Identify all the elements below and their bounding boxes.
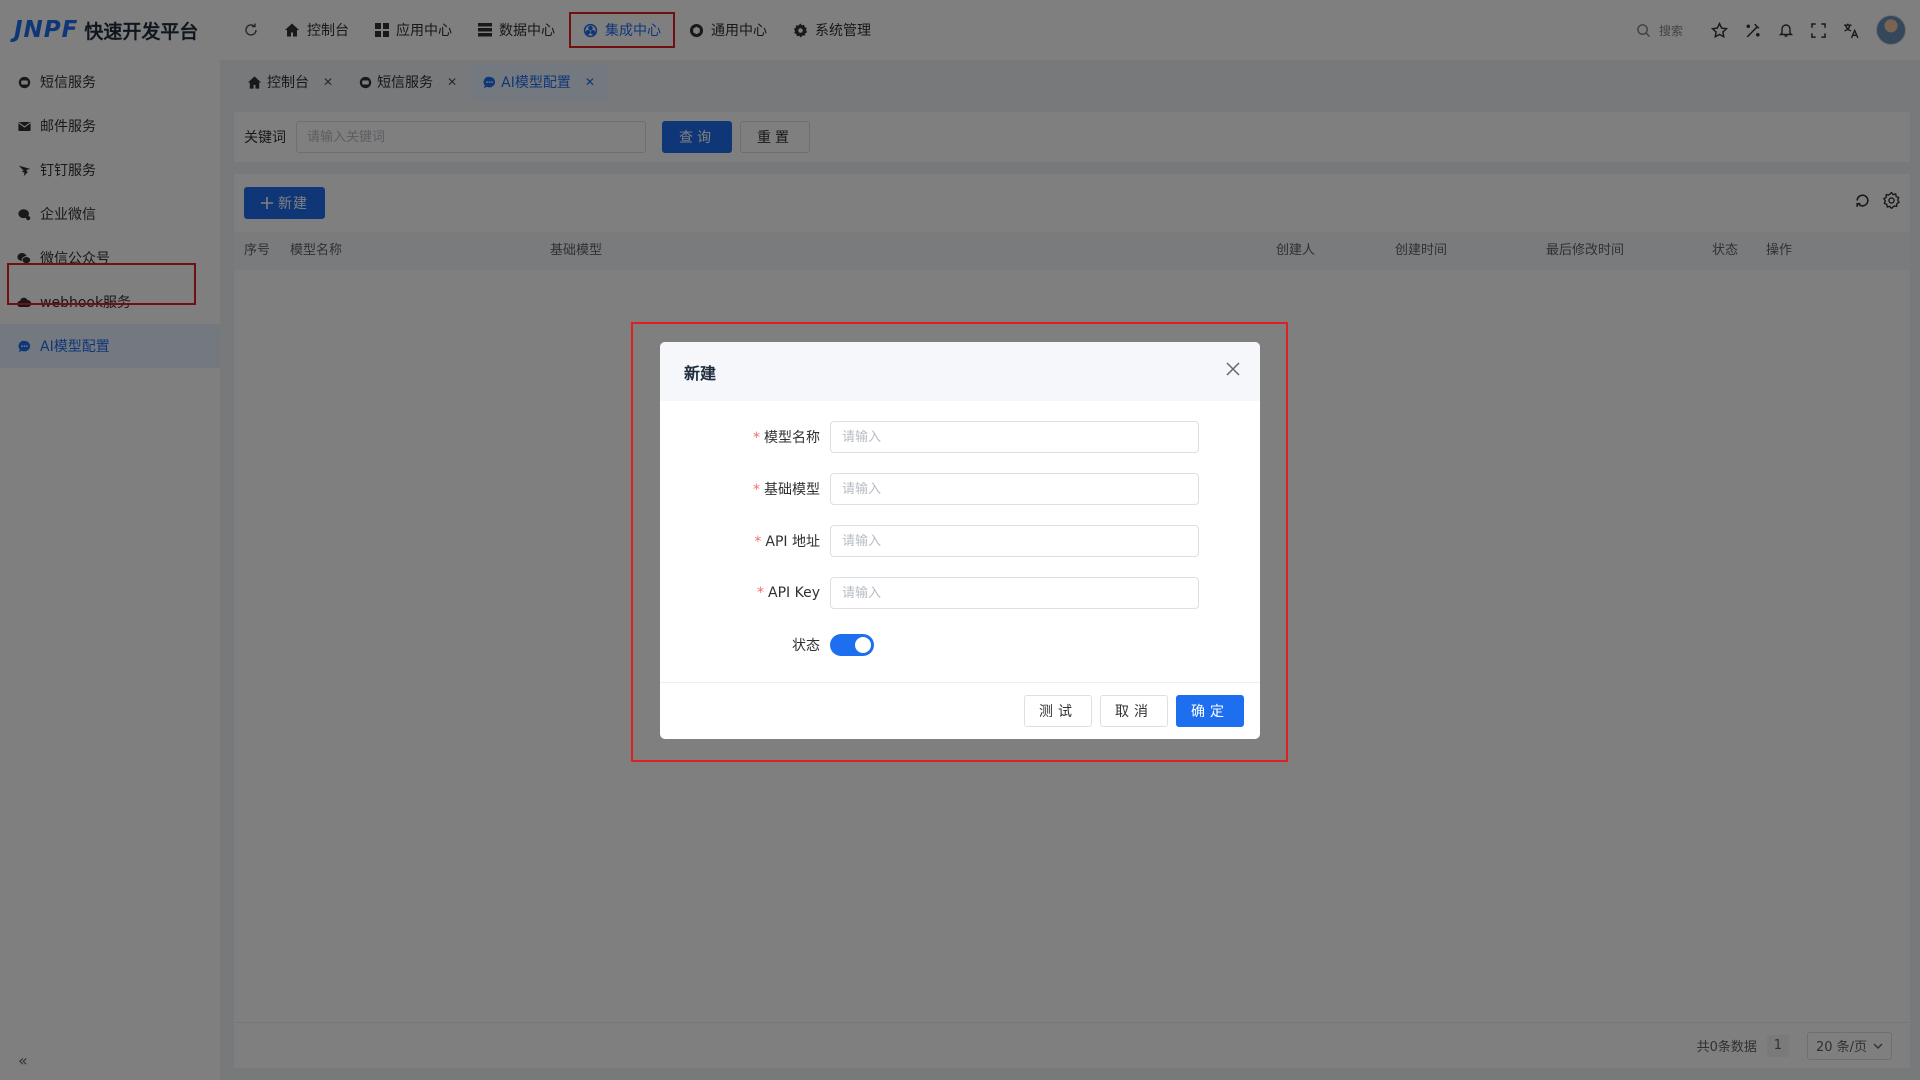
field-label-text: API 地址	[765, 534, 820, 550]
field-label-text: API Key	[768, 585, 820, 601]
form-row-api-key: * API Key	[660, 577, 1260, 609]
form-row-model-name: * 模型名称	[660, 421, 1260, 453]
base-model-input[interactable]	[830, 473, 1199, 505]
field-label-text: 基础模型	[764, 482, 820, 498]
test-button[interactable]: 测试	[1024, 695, 1092, 727]
confirm-button[interactable]: 确定	[1176, 695, 1244, 727]
field-label: * API 地址	[660, 531, 830, 551]
field-label-text: 模型名称	[764, 430, 820, 446]
required-mark: *	[753, 430, 760, 446]
status-toggle[interactable]	[830, 634, 874, 656]
dialog-footer: 测试 取消 确定	[660, 682, 1260, 739]
required-mark: *	[753, 482, 760, 498]
form-row-status: 状态	[660, 629, 1260, 661]
dialog-header: 新建	[660, 342, 1260, 401]
field-label: * 基础模型	[660, 479, 830, 499]
close-icon[interactable]	[1226, 362, 1240, 376]
model-name-input[interactable]	[830, 421, 1199, 453]
api-url-input[interactable]	[830, 525, 1199, 557]
form-row-base-model: * 基础模型	[660, 473, 1260, 505]
form-row-api-url: * API 地址	[660, 525, 1260, 557]
api-key-input[interactable]	[830, 577, 1199, 609]
new-ai-model-dialog: 新建 *模型名称 *基础模型 *API 地址 *API Key 状态 测试 取消…	[660, 342, 1260, 739]
cancel-button[interactable]: 取消	[1100, 695, 1168, 727]
dialog-form: *模型名称 *基础模型 *API 地址 *API Key 状态	[660, 401, 1260, 661]
field-label: * 模型名称	[660, 427, 830, 447]
field-label: * API Key	[660, 585, 830, 601]
required-mark: *	[757, 585, 765, 601]
required-mark: *	[754, 534, 762, 550]
dialog-title: 新建	[684, 363, 717, 383]
toggle-knob	[855, 637, 871, 653]
status-label: 状态	[792, 638, 820, 654]
